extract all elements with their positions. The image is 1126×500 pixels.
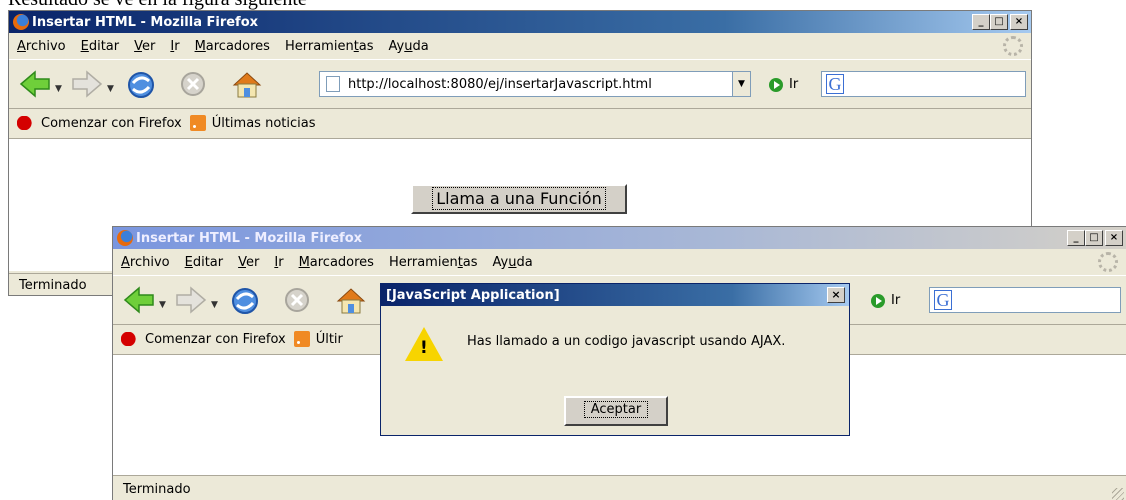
search-input[interactable]: G xyxy=(929,287,1121,313)
call-function-button[interactable]: Llama a una Función xyxy=(411,184,627,214)
go-label: Ir xyxy=(789,77,799,92)
window-title: Insertar HTML - Mozilla Firefox xyxy=(32,14,259,30)
maximize-button[interactable]: □ xyxy=(1085,230,1103,246)
stop-icon[interactable] xyxy=(283,286,311,314)
dialog-message: Has llamado a un codigo javascript usand… xyxy=(467,334,786,349)
menu-editar[interactable]: Editar xyxy=(81,39,120,54)
forward-dropdown-icon[interactable]: ▼ xyxy=(107,84,114,94)
throbber-icon xyxy=(1003,36,1023,56)
menu-ayuda[interactable]: Ayuda xyxy=(493,255,533,270)
url-dropdown-icon[interactable]: ▼ xyxy=(732,72,750,96)
window-title: Insertar HTML - Mozilla Firefox xyxy=(136,230,363,246)
dialog-title: [JavaScript Application] xyxy=(386,287,560,303)
navigation-toolbar: ▼ ▼ http://localhost:8080/ej/insertarJav… xyxy=(9,59,1031,109)
firefox-logo-icon xyxy=(121,332,139,346)
close-button[interactable]: × xyxy=(1105,230,1123,246)
back-arrow-icon[interactable] xyxy=(123,286,155,314)
alert-dialog: [JavaScript Application] × ! Has llamado… xyxy=(380,283,850,436)
go-icon xyxy=(769,77,783,92)
menu-ver[interactable]: Ver xyxy=(238,255,259,270)
home-icon[interactable] xyxy=(335,286,367,316)
go-button[interactable]: Ir xyxy=(871,293,900,308)
titlebar[interactable]: Insertar HTML - Mozilla Firefox _ □ × xyxy=(9,11,1031,33)
status-text: Terminado xyxy=(19,277,87,293)
go-label: Ir xyxy=(891,293,901,308)
go-button[interactable]: Ir xyxy=(769,77,798,92)
firefox-logo-icon xyxy=(117,230,133,246)
status-text: Terminado xyxy=(123,481,191,497)
throbber-icon xyxy=(1098,252,1118,272)
menu-archivo[interactable]: Archivo xyxy=(17,39,66,54)
statusbar: Terminado xyxy=(113,475,1126,500)
google-icon[interactable]: G xyxy=(934,290,952,310)
bookmark-latest-news[interactable]: Últimas noticias xyxy=(212,116,316,131)
bookmarks-toolbar: Comenzar con Firefox Últimas noticias xyxy=(9,108,1031,139)
reload-icon[interactable] xyxy=(125,70,157,100)
menubar: Archivo Editar Ver Ir Marcadores Herrami… xyxy=(113,249,1126,275)
rss-icon xyxy=(189,115,206,131)
bookmark-getting-started[interactable]: Comenzar con Firefox xyxy=(41,116,182,131)
back-arrow-icon[interactable] xyxy=(19,70,51,98)
go-icon xyxy=(871,293,885,308)
menu-ir[interactable]: Ir xyxy=(170,39,179,54)
bookmark-getting-started[interactable]: Comenzar con Firefox xyxy=(145,332,286,347)
firefox-logo-icon xyxy=(17,116,35,130)
page-icon xyxy=(326,76,340,92)
minimize-button[interactable]: _ xyxy=(972,14,990,30)
dialog-close-button[interactable]: × xyxy=(827,287,845,303)
forward-arrow-icon[interactable] xyxy=(175,286,207,314)
search-input[interactable]: G xyxy=(821,71,1026,97)
dialog-titlebar[interactable]: [JavaScript Application] xyxy=(381,284,849,306)
url-bar[interactable]: http://localhost:8080/ej/insertarJavascr… xyxy=(319,71,751,97)
close-button[interactable]: × xyxy=(1010,14,1028,30)
back-dropdown-icon[interactable]: ▼ xyxy=(55,84,62,94)
forward-arrow-icon[interactable] xyxy=(71,70,103,98)
reload-icon[interactable] xyxy=(229,286,261,316)
firefox-logo-icon xyxy=(13,14,29,30)
menu-herramientas[interactable]: Herramientas xyxy=(285,39,374,54)
bookmark-latest-news[interactable]: Últir xyxy=(316,332,343,347)
menubar: Archivo Editar Ver Ir Marcadores Herrami… xyxy=(9,33,1031,59)
ok-button[interactable]: Aceptar xyxy=(564,396,668,426)
menu-archivo[interactable]: Archivo xyxy=(121,255,170,270)
stop-icon[interactable] xyxy=(179,70,207,98)
forward-dropdown-icon[interactable]: ▼ xyxy=(211,300,218,310)
menu-ayuda[interactable]: Ayuda xyxy=(389,39,429,54)
menu-ir[interactable]: Ir xyxy=(274,255,283,270)
titlebar[interactable]: Insertar HTML - Mozilla Firefox _ □ × xyxy=(113,227,1126,249)
menu-marcadores[interactable]: Marcadores xyxy=(195,39,270,54)
url-text: http://localhost:8080/ej/insertarJavascr… xyxy=(348,76,652,92)
rss-icon xyxy=(293,331,310,347)
menu-herramientas[interactable]: Herramientas xyxy=(389,255,478,270)
maximize-button[interactable]: □ xyxy=(990,14,1008,30)
google-icon[interactable]: G xyxy=(826,74,844,94)
home-icon[interactable] xyxy=(231,70,263,100)
minimize-button[interactable]: _ xyxy=(1067,230,1085,246)
warning-exclamation: ! xyxy=(420,338,428,358)
menu-editar[interactable]: Editar xyxy=(185,255,224,270)
back-dropdown-icon[interactable]: ▼ xyxy=(159,300,166,310)
menu-ver[interactable]: Ver xyxy=(134,39,155,54)
menu-marcadores[interactable]: Marcadores xyxy=(299,255,374,270)
resize-grip-icon[interactable] xyxy=(1112,488,1124,500)
